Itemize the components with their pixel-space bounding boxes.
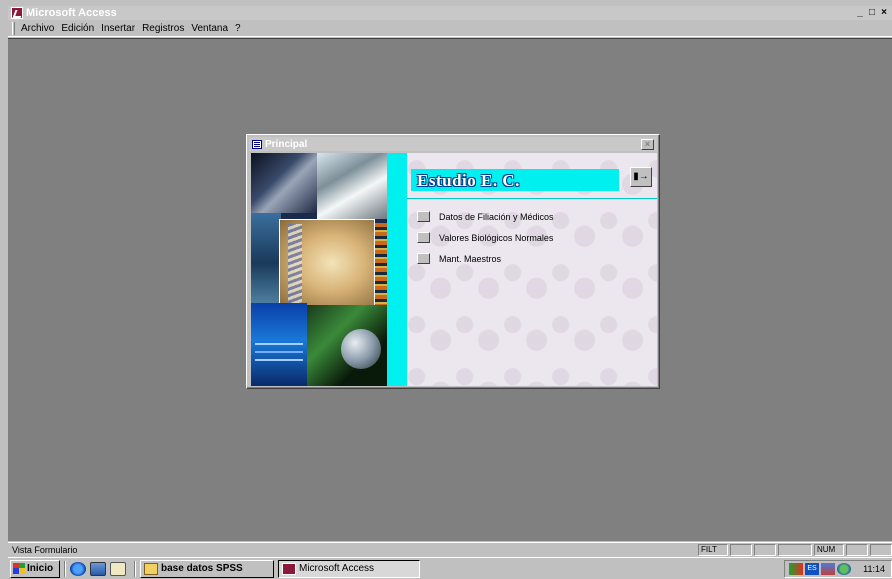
window-controls: _ □ × xyxy=(854,7,890,19)
menu-edicion[interactable]: Edición xyxy=(61,23,94,34)
network-icon[interactable] xyxy=(789,562,803,575)
menu-ventana[interactable]: Ventana xyxy=(191,23,228,34)
status-cell-4 xyxy=(778,543,812,556)
task-button-folder[interactable]: base datos SPSS xyxy=(140,559,274,578)
form-title: Principal xyxy=(265,138,308,150)
taskbar-separator xyxy=(64,560,66,577)
separator-line xyxy=(407,198,657,199)
menu-help[interactable]: ? xyxy=(235,23,241,34)
outlook-express-icon[interactable] xyxy=(110,561,126,576)
app-title: Microsoft Access xyxy=(26,7,117,19)
status-filt: FILT xyxy=(698,543,728,556)
menu-insertar[interactable]: Insertar xyxy=(101,23,135,34)
app-titlebar: Microsoft Access _ □ × xyxy=(8,6,892,20)
option-label-valores: Valores Biológicos Normales xyxy=(439,232,554,243)
option-button-filiacion[interactable] xyxy=(417,211,430,222)
globe-dna-photo xyxy=(307,305,387,386)
access-icon xyxy=(282,562,296,575)
status-cell-7 xyxy=(870,543,892,556)
display-icon[interactable] xyxy=(821,562,835,575)
menubar: Archivo Edición Insertar Registros Venta… xyxy=(8,20,892,37)
language-indicator[interactable]: ES xyxy=(805,562,819,575)
heading-title: Estudio E. C. xyxy=(417,171,520,190)
clock: 11:14 xyxy=(863,563,885,574)
form-body: Estudio E. C. ▮→ Datos de Filiación y Mé… xyxy=(251,153,657,386)
exit-button[interactable]: ▮→ xyxy=(630,167,652,187)
blue-tile-photo xyxy=(251,213,281,313)
option-button-maestros[interactable] xyxy=(417,253,430,264)
task-label-access: Microsoft Access xyxy=(299,563,375,574)
taskbar: Inicio base datos SPSS Microsoft Access … xyxy=(8,557,892,579)
speaker-icon[interactable] xyxy=(837,562,851,575)
option-row-valores: Valores Biológicos Normales xyxy=(417,232,553,243)
start-label: Inicio xyxy=(27,563,54,574)
show-desktop-icon[interactable] xyxy=(90,561,106,576)
option-label-maestros: Mant. Maestros xyxy=(439,253,502,264)
menubar-grip[interactable] xyxy=(12,21,15,35)
option-row-maestros: Mant. Maestros xyxy=(417,253,501,264)
lab-device-photo xyxy=(317,153,387,219)
status-text: Vista Formulario xyxy=(12,544,78,555)
restore-button[interactable]: □ xyxy=(866,7,878,19)
access-app-icon[interactable] xyxy=(11,7,23,19)
circuit-photo xyxy=(251,303,307,386)
menu-archivo[interactable]: Archivo xyxy=(21,23,54,34)
satellite-photo xyxy=(251,153,319,213)
internet-explorer-icon[interactable] xyxy=(70,561,86,576)
status-cell-6 xyxy=(846,543,868,556)
menu-registros[interactable]: Registros xyxy=(142,23,184,34)
form-titlebar[interactable]: Principal × xyxy=(249,137,657,151)
close-button[interactable]: × xyxy=(878,7,890,19)
cyan-divider-bar xyxy=(387,153,407,386)
system-tray: ES 11:14 xyxy=(784,559,892,578)
option-button-valores[interactable] xyxy=(417,232,430,243)
windows-logo-icon xyxy=(13,563,25,574)
start-button[interactable]: Inicio xyxy=(10,559,60,578)
status-num: NUM xyxy=(814,543,844,556)
taskbar-separator-2 xyxy=(134,560,136,577)
task-button-access[interactable]: Microsoft Access xyxy=(278,559,420,578)
science-collage-image xyxy=(251,153,387,386)
status-cell-2 xyxy=(730,543,752,556)
option-row-filiacion: Datos de Filiación y Médicos xyxy=(417,211,554,222)
task-label-folder: base datos SPSS xyxy=(161,563,243,574)
folder-icon xyxy=(144,562,158,575)
status-cell-3 xyxy=(754,543,776,556)
minimize-button[interactable]: _ xyxy=(854,7,866,19)
heading-box: Estudio E. C. xyxy=(411,169,619,191)
vitruvian-dna-photo xyxy=(279,219,375,307)
form-principal-window: Principal × Estudio E. C. ▮→ Datos de Fi… xyxy=(246,134,660,389)
menu-panel: Estudio E. C. ▮→ Datos de Filiación y Mé… xyxy=(407,153,657,386)
door-exit-icon: ▮→ xyxy=(633,171,649,182)
form-icon xyxy=(252,139,262,149)
statusbar: Vista Formulario FILT NUM xyxy=(8,542,892,556)
form-close-button[interactable]: × xyxy=(641,138,654,150)
option-label-filiacion: Datos de Filiación y Médicos xyxy=(439,211,554,222)
